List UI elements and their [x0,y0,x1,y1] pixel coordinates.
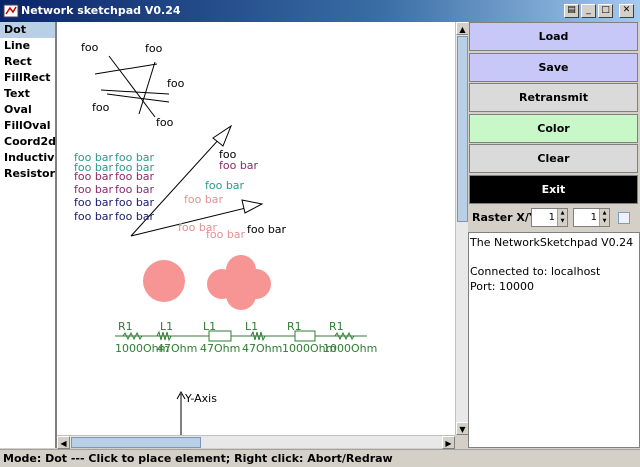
foo-label: foo [167,77,185,90]
component-name: L1 [203,320,216,333]
component-name: R1 [118,320,133,333]
y-axis-label: Y-Axis [184,392,217,405]
color-button[interactable]: Color [469,114,638,143]
canvas-scroll-pane: foo foo foo foo foo foo foo bar foo bar … [56,22,469,449]
close-button[interactable]: ✕ [619,4,634,18]
title-bar: Network sketchpad V0.24 ▤ _ □ ✕ [0,0,640,22]
raster-x-spinner[interactable]: 1 ▲ ▼ [531,208,568,227]
coord-axis [176,390,186,435]
vertical-scrollbar[interactable]: ▲ ▼ [455,22,469,435]
component-value: 47Ohm [157,342,197,355]
tool-list[interactable]: Dot Line Rect FillRect Text Oval FillOva… [0,22,56,448]
vertical-scroll-thumb[interactable] [457,36,468,222]
foobar-text: foo bar [74,170,114,183]
arrow-label: foo bar [247,223,287,236]
status-bar: Mode: Dot --- Click to place element; Ri… [0,449,640,467]
foobar-text: foo bar [74,210,114,223]
component-name: R1 [287,320,302,333]
retransmit-button[interactable]: Retransmit [469,83,638,112]
foobar-text: foo bar [115,170,155,183]
raster-y-value[interactable]: 1 [591,212,597,223]
component-value: 47Ohm [242,342,282,355]
component-name: L1 [245,320,258,333]
tool-item-filloval[interactable]: FillOval [0,118,55,134]
component-value: 1000Ohm [323,342,377,355]
filled-ovals [143,255,271,310]
foobar-text: foo bar [115,210,155,223]
tool-item-coord2d[interactable]: Coord2d [0,134,55,150]
raster-checkbox[interactable] [618,212,630,224]
raster-y-spinner[interactable]: 1 ▲ ▼ [573,208,610,227]
tool-item-dot[interactable]: Dot [0,22,55,38]
component-name: R1 [329,320,344,333]
foobar-grid: foo bar foo bar foo bar foo bar foo bar … [74,151,155,223]
info-line: Port: 10000 [470,279,535,293]
info-text-area[interactable]: The NetworkSketchpad V0.24 Connected to:… [468,232,640,448]
minimize-button[interactable]: _ [581,4,596,18]
tool-item-oval[interactable]: Oval [0,102,55,118]
foobar-text: foo bar [115,196,155,209]
tool-item-line[interactable]: Line [0,38,55,54]
foobar-text: foo bar [74,183,114,196]
window-menu-button[interactable]: ▤ [564,4,579,18]
info-line: Connected to: localhost [470,265,601,278]
tool-item-resistor[interactable]: Resistor [0,166,55,182]
tool-item-inductivity[interactable]: Inductivity [0,150,55,166]
foo-label: foo [156,116,174,129]
tool-item-rect[interactable]: Rect [0,54,55,70]
tool-item-fillrect[interactable]: FillRect [0,70,55,86]
colored-label: foo bar [205,179,245,192]
arrow-label: foo bar [219,159,259,172]
exit-button[interactable]: Exit [469,175,638,204]
info-line [470,251,638,266]
clear-button[interactable]: Clear [469,144,638,173]
horizontal-scrollbar[interactable]: ◀ ▶ [57,435,455,449]
drawing-canvas[interactable]: foo foo foo foo foo foo foo bar foo bar … [57,22,455,435]
tool-item-text[interactable]: Text [0,86,55,102]
foobar-text: foo bar [115,183,155,196]
maximize-button[interactable]: □ [598,4,613,18]
save-button[interactable]: Save [469,53,638,82]
circuit-labels: R1 1000Ohm L1 47Ohm L1 47Ohm L1 47Ohm R1… [115,320,377,355]
info-line: The NetworkSketchpad V0.24 [470,236,634,249]
component-value: 47Ohm [200,342,240,355]
foo-label: foo [81,41,99,54]
foobar-text: foo bar [74,196,114,209]
foo-label: foo [92,101,110,114]
scroll-left-icon[interactable]: ◀ [57,436,70,449]
foo-label: foo [145,42,163,55]
app-icon [3,4,19,18]
raster-row: Raster X/Y: 1 ▲ ▼ 1 ▲ ▼ [468,206,640,230]
colored-label: foo bar [184,193,224,206]
window-title: Network sketchpad V0.24 [21,4,181,17]
scroll-right-icon[interactable]: ▶ [442,436,455,449]
spinner-arrows-icon[interactable]: ▲ ▼ [557,209,567,226]
raster-x-value[interactable]: 1 [549,212,555,223]
horizontal-scroll-thumb[interactable] [71,437,201,448]
scroll-corner [455,435,468,448]
control-panel: Load Save Retransmit Color Clear Exit Ra… [468,22,640,448]
component-name: L1 [160,320,173,333]
spinner-arrows-icon[interactable]: ▲ ▼ [599,209,609,226]
load-button[interactable]: Load [469,22,638,51]
colored-label: foo bar [206,228,246,241]
